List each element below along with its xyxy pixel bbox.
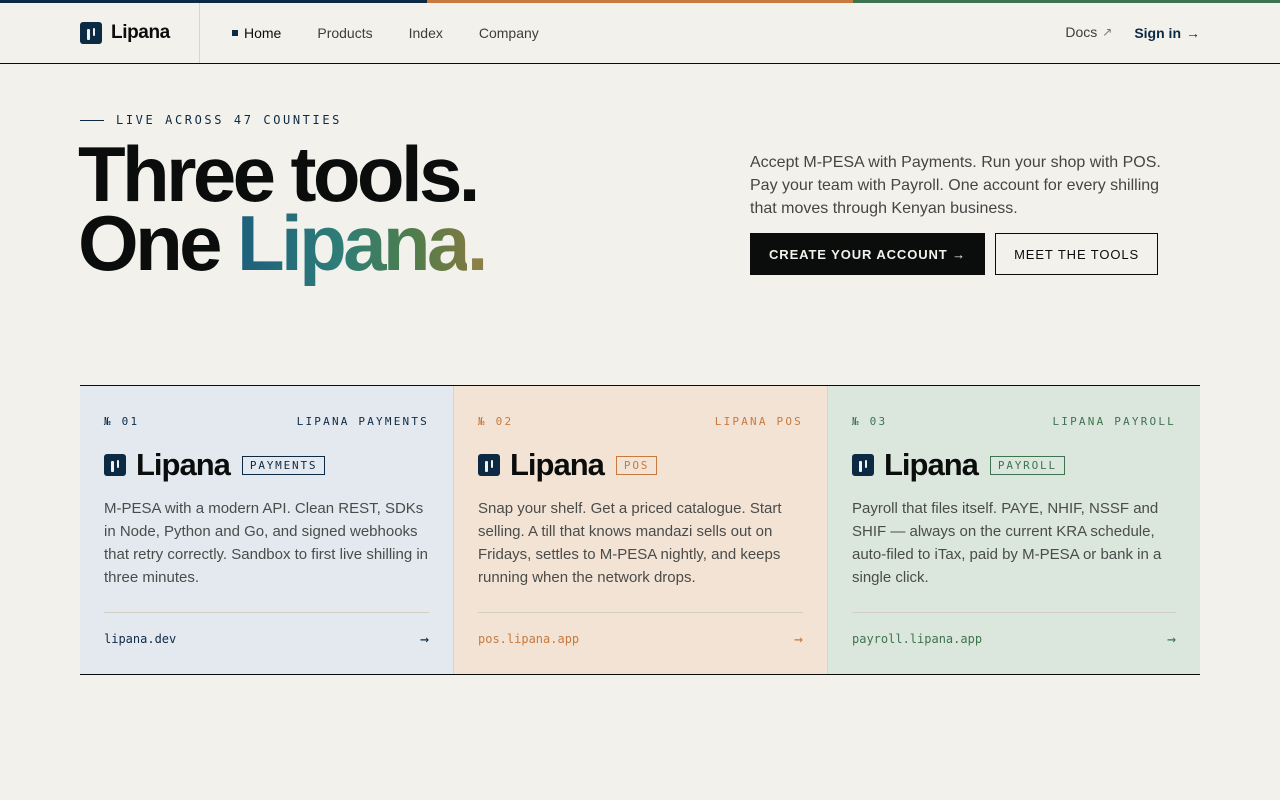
card-divider xyxy=(104,612,429,613)
arrow-right-icon: → xyxy=(1166,630,1176,648)
product-card-payments[interactable]: № 01 LIPANA PAYMENTS Lipana PAYMENTS M-P… xyxy=(80,386,453,674)
card-brand: Lipana POS xyxy=(478,447,658,483)
hero-headline: Three tools. One Lipana. xyxy=(78,135,488,282)
active-square-icon xyxy=(232,30,238,36)
arrow-right-icon: → xyxy=(419,630,429,648)
card-description: M-PESA with a modern API. Clean REST, SD… xyxy=(104,500,429,586)
card-brand-name: Lipana xyxy=(510,447,605,482)
docs-link[interactable]: Docs ↗ xyxy=(1065,24,1112,40)
card-link[interactable]: payroll.lipana.app → xyxy=(852,630,1176,648)
brand-home-link[interactable]: Lipana xyxy=(80,3,170,63)
card-tag: POS xyxy=(615,455,658,475)
arrow-right-icon: → xyxy=(1186,25,1200,41)
header-actions: Docs ↗ Sign in → xyxy=(1065,3,1200,63)
hero-eyebrow: LIVE ACROSS 47 COUNTIES xyxy=(80,113,342,127)
headline-line-2: One Lipana. xyxy=(78,204,488,282)
site-header: Lipana Home Products Index Company Docs … xyxy=(0,3,1280,64)
signin-label: Sign in xyxy=(1134,25,1181,41)
card-url: payroll.lipana.app xyxy=(852,632,983,646)
card-header: № 01 LIPANA PAYMENTS xyxy=(104,415,429,428)
nav-item-index[interactable]: Index xyxy=(409,25,443,41)
main-nav: Home Products Index Company xyxy=(232,3,575,63)
card-brand-name: Lipana xyxy=(884,447,979,482)
headline-prefix: One xyxy=(78,199,237,287)
card-url: lipana.dev xyxy=(104,632,177,646)
card-brand: Lipana PAYROLL xyxy=(852,447,1065,483)
card-header: № 02 LIPANA POS xyxy=(478,415,803,428)
card-url: pos.lipana.app xyxy=(478,632,580,646)
card-description: Snap your shelf. Get a priced catalogue.… xyxy=(478,500,782,586)
product-card-pos[interactable]: № 02 LIPANA POS Lipana POS Snap your she… xyxy=(453,386,827,674)
hero-intro: Accept M-PESA with Payments. Run your sh… xyxy=(750,154,1161,217)
nav-item-label: Products xyxy=(317,25,373,41)
external-arrow-icon: ↗ xyxy=(1102,25,1113,39)
card-product-name: LIPANA PAYMENTS xyxy=(296,415,429,428)
card-brand: Lipana PAYMENTS xyxy=(104,447,326,483)
nav-item-label: Index xyxy=(408,25,443,41)
product-card-payroll[interactable]: № 03 LIPANA PAYROLL Lipana PAYROLL Payro… xyxy=(827,386,1200,674)
eyebrow-text: LIVE ACROSS 47 COUNTIES xyxy=(116,113,342,127)
card-divider xyxy=(478,612,803,613)
brand-name: Lipana xyxy=(111,22,170,43)
arrow-right-icon: → xyxy=(793,630,803,648)
nav-item-company[interactable]: Company xyxy=(479,25,539,41)
headline-period: . xyxy=(466,199,489,287)
card-brand-name: Lipana xyxy=(136,447,231,482)
eyebrow-rule xyxy=(80,119,104,121)
card-description: Payroll that files itself. PAYE, NHIF, N… xyxy=(852,500,1162,586)
product-cards: № 01 LIPANA PAYMENTS Lipana PAYMENTS M-P… xyxy=(80,385,1200,675)
card-tag: PAYMENTS xyxy=(241,455,326,475)
lipana-logo-icon xyxy=(852,454,874,476)
card-number: № 01 xyxy=(104,415,140,428)
nav-item-label: Home xyxy=(244,25,282,41)
card-tag: PAYROLL xyxy=(989,455,1065,475)
brand-divider xyxy=(199,3,200,63)
nav-item-home[interactable]: Home xyxy=(232,25,281,41)
docs-label: Docs xyxy=(1065,24,1098,40)
card-number: № 03 xyxy=(852,415,888,428)
card-header: № 03 LIPANA PAYROLL xyxy=(852,415,1176,428)
card-product-name: LIPANA PAYROLL xyxy=(1052,415,1176,428)
card-divider xyxy=(852,612,1176,613)
nav-item-label: Company xyxy=(478,25,539,41)
headline-brand: Lipana xyxy=(236,199,470,287)
card-link[interactable]: pos.lipana.app → xyxy=(478,630,803,648)
meet-tools-button[interactable]: MEET THE TOOLS xyxy=(995,233,1159,275)
create-account-button[interactable]: CREATE YOUR ACCOUNT → xyxy=(750,233,986,275)
card-product-name: LIPANA POS xyxy=(714,415,803,428)
lipana-logo-icon xyxy=(478,454,500,476)
lipana-logo-icon xyxy=(104,454,126,476)
card-link[interactable]: lipana.dev → xyxy=(104,630,429,648)
card-number: № 02 xyxy=(478,415,514,428)
nav-item-products[interactable]: Products xyxy=(317,25,372,41)
hero-cta-group: CREATE YOUR ACCOUNT → MEET THE TOOLS xyxy=(750,233,1159,275)
signin-link[interactable]: Sign in → xyxy=(1134,25,1200,41)
lipana-logo-icon xyxy=(80,22,102,44)
